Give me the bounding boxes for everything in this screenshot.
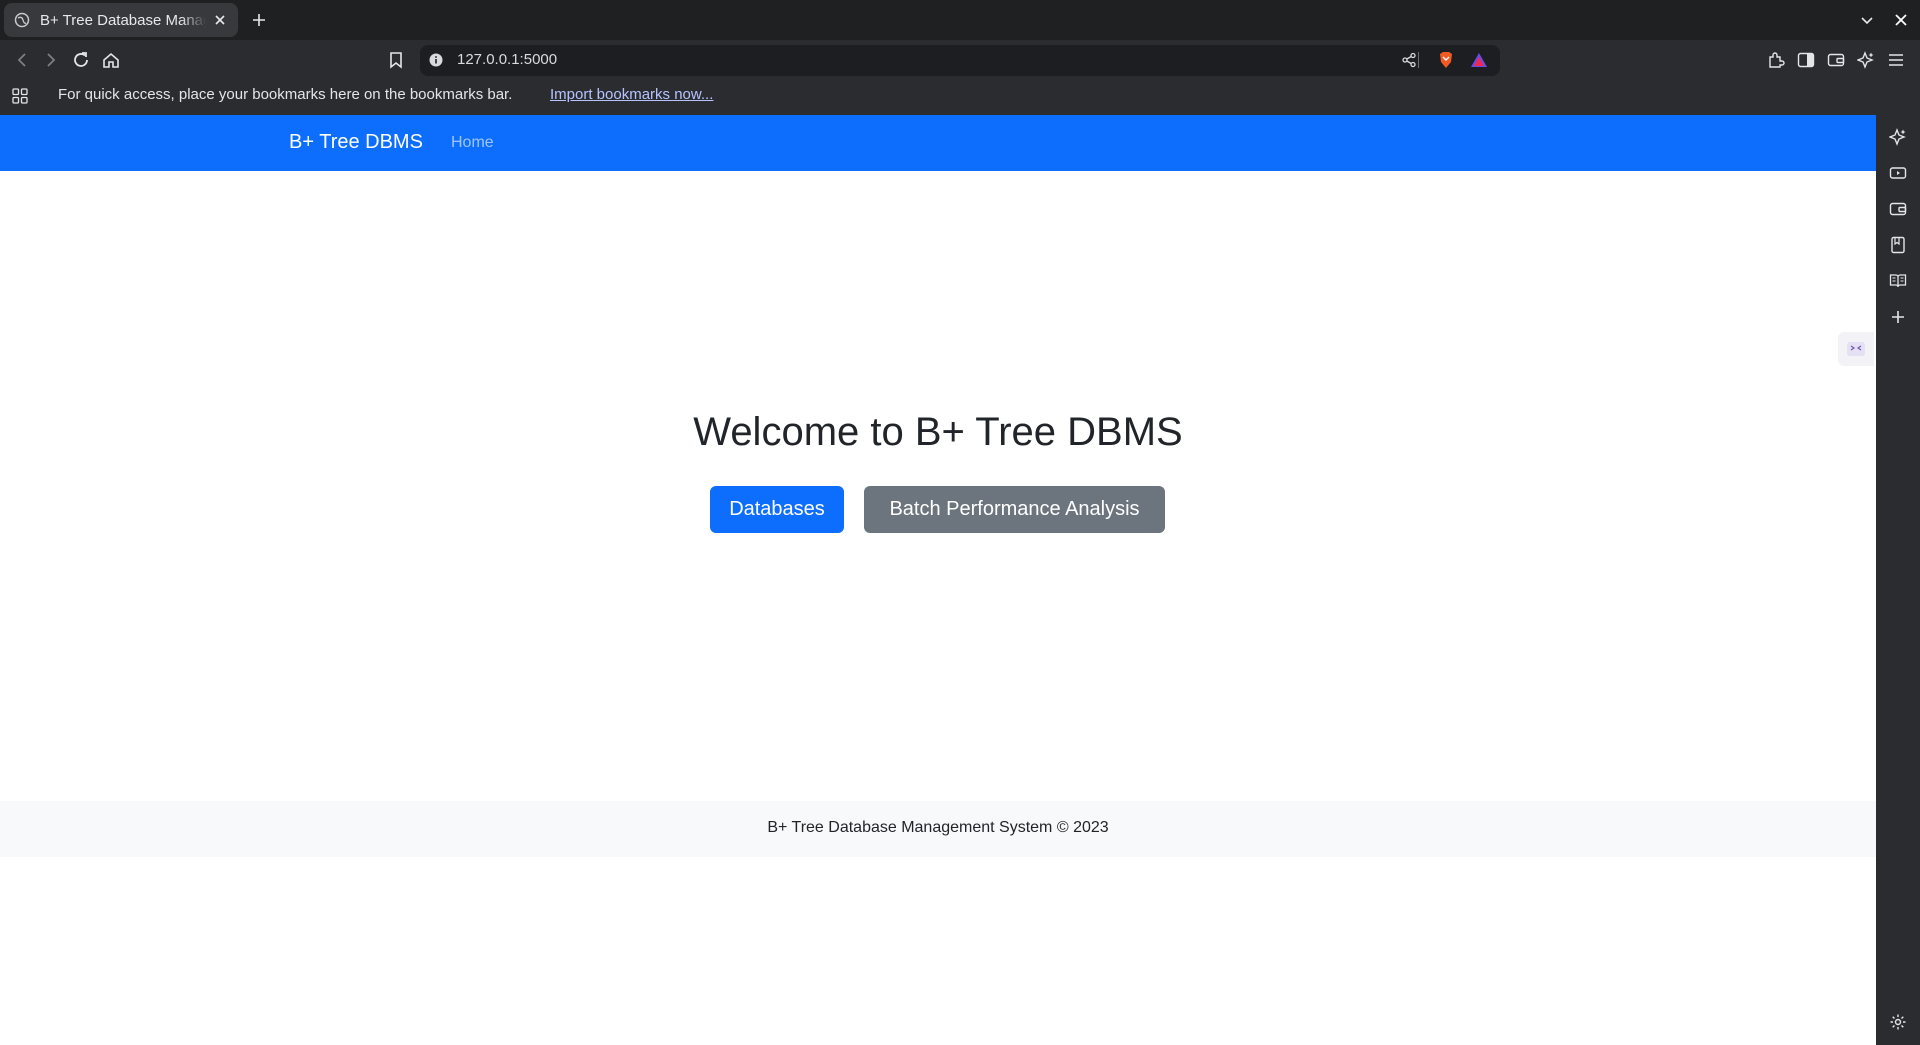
bookmarks-hint: For quick access, place your bookmarks h… — [58, 86, 513, 103]
translate-widget-icon[interactable] — [1838, 332, 1874, 366]
page-title: Welcome to B+ Tree DBMS — [693, 410, 1183, 454]
video-icon[interactable] — [1886, 161, 1910, 185]
globe-icon — [14, 12, 30, 28]
divider — [1417, 50, 1421, 70]
close-tab-icon[interactable] — [212, 12, 228, 28]
site-info-icon[interactable] — [426, 50, 446, 70]
leo-ai-icon[interactable] — [1886, 125, 1910, 149]
databases-button[interactable]: Databases — [710, 486, 844, 533]
add-icon[interactable] — [1886, 305, 1910, 329]
reading-list-icon[interactable] — [1886, 269, 1910, 293]
navbar — [0, 115, 1876, 171]
settings-icon[interactable] — [1886, 1010, 1910, 1034]
wallet-icon[interactable] — [1886, 197, 1910, 221]
reload-icon[interactable] — [69, 48, 93, 72]
new-tab-icon[interactable] — [249, 10, 269, 30]
tab-title: B+ Tree Database Management System — [40, 11, 206, 29]
tab-strip — [0, 0, 1920, 40]
back-icon[interactable] — [10, 48, 34, 72]
footer-text: B+ Tree Database Management System © 202… — [767, 819, 1109, 836]
forward-icon[interactable] — [39, 48, 63, 72]
chevron-down-icon[interactable] — [1857, 10, 1877, 30]
brave-shields-icon[interactable] — [1436, 50, 1456, 70]
leo-ai-icon[interactable] — [1854, 48, 1878, 72]
import-bookmarks-link[interactable]: Import bookmarks now... — [550, 86, 713, 103]
sidebar-toggle-icon[interactable] — [1794, 48, 1818, 72]
share-icon[interactable] — [1399, 50, 1419, 70]
home-icon[interactable] — [99, 48, 123, 72]
bookmark-icon[interactable] — [384, 48, 408, 72]
menu-icon[interactable] — [1884, 48, 1908, 72]
browser-tab[interactable]: B+ Tree Database Management System — [4, 3, 238, 37]
close-window-icon[interactable] — [1891, 10, 1911, 30]
wallet-icon[interactable] — [1824, 48, 1848, 72]
extensions-icon[interactable] — [1764, 48, 1788, 72]
batch-performance-analysis-button[interactable]: Batch Performance Analysis — [864, 486, 1165, 533]
nav-link-home[interactable]: Home — [451, 134, 494, 152]
address-bar[interactable] — [420, 45, 1500, 76]
brave-rewards-icon[interactable] — [1469, 50, 1489, 70]
apps-grid-icon[interactable] — [8, 84, 32, 108]
bookmarks-icon[interactable] — [1886, 233, 1910, 257]
navbar-brand[interactable]: B+ Tree DBMS — [289, 131, 423, 154]
url-text[interactable]: 127.0.0.1:5000 — [457, 51, 557, 68]
